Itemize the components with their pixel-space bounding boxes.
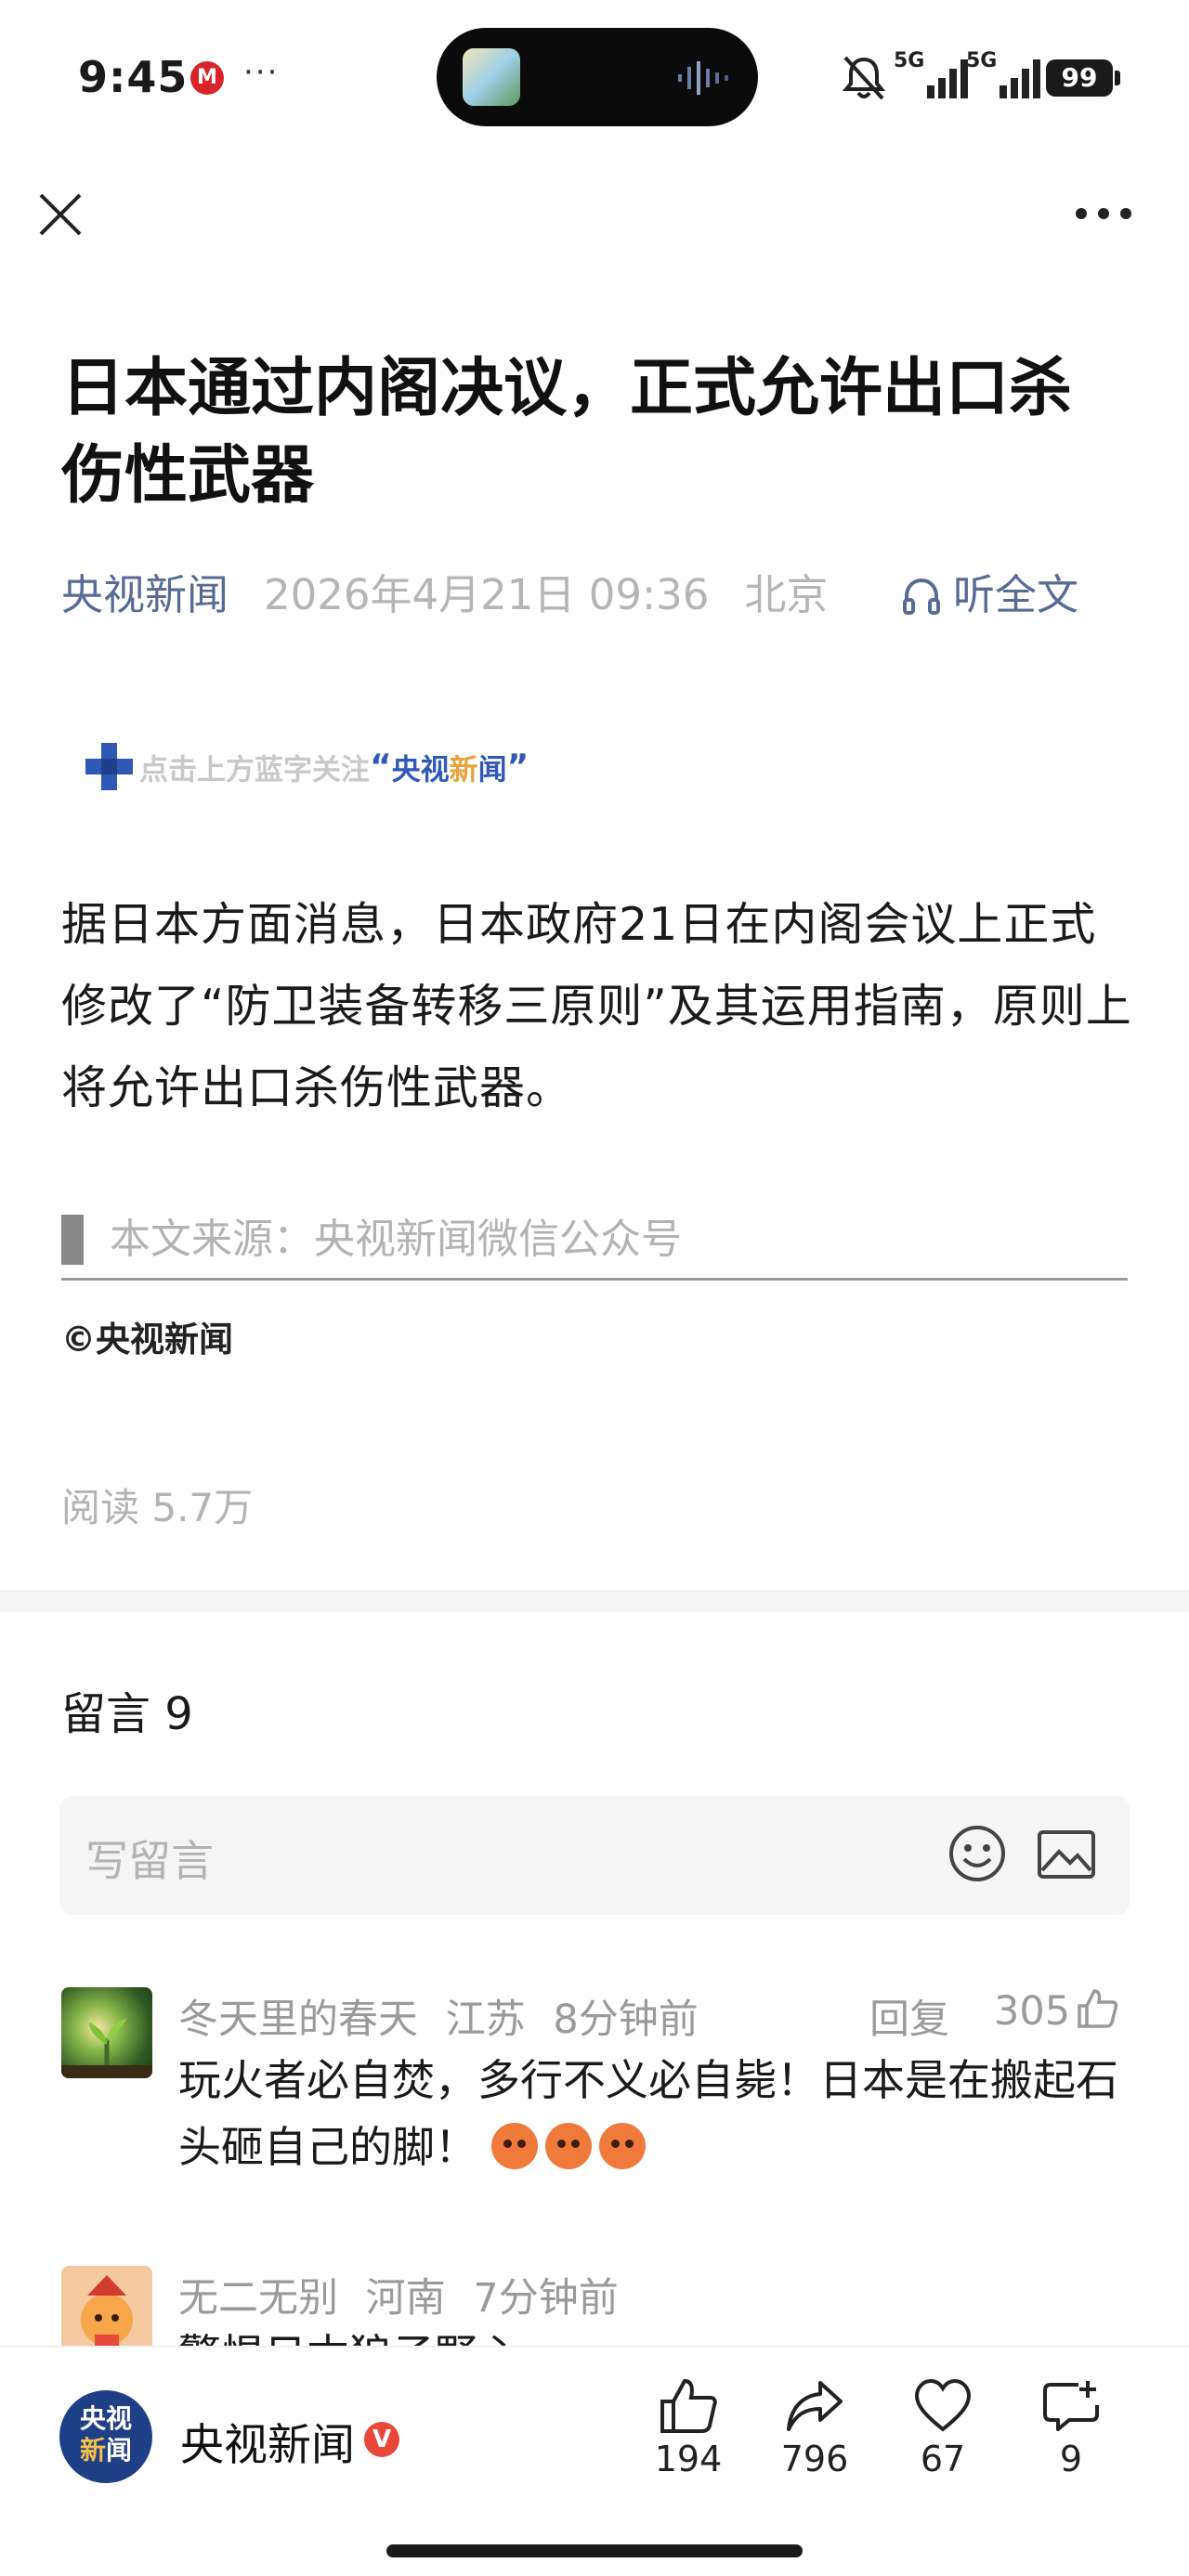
bell-muted-icon <box>842 56 886 100</box>
comment-meta: 冬天里的春天 江苏 8分钟前 <box>178 1987 699 2045</box>
read-count: 阅读 5.7万 <box>61 1485 254 1530</box>
heart-icon <box>914 2378 972 2432</box>
status-more-dots: ··· <box>243 54 280 91</box>
thumbs-up-icon <box>1078 1989 1118 2028</box>
source-divider <box>61 1278 1128 1281</box>
favorite-button[interactable]: 67 <box>892 2377 994 2479</box>
angry-emoji-icon <box>598 2123 646 2169</box>
comment-meta: 无二无别 河南 7分钟前 <box>178 2266 619 2323</box>
commenter-name[interactable]: 冬天里的春天 <box>178 1997 418 2043</box>
battery-icon: 99 <box>1046 59 1113 97</box>
follow-brand-c: 闻 <box>477 753 507 787</box>
favorite-count: 67 <box>920 2439 966 2479</box>
author-link[interactable]: 央视新闻 <box>61 570 229 619</box>
like-count: 194 <box>654 2439 723 2479</box>
follow-brand-a: 央视 <box>391 753 450 787</box>
account-name[interactable]: 央视新闻 <box>180 2409 355 2473</box>
commenter-region: 河南 <box>365 2275 446 2322</box>
article-meta: 央视新闻 2026年4月21日 09:36 北京 <box>61 568 828 622</box>
now-playing-thumbnail <box>463 48 520 106</box>
status-time: 9:45 <box>78 52 189 102</box>
copyright: ©央视新闻 <box>61 1320 233 1360</box>
reply-button[interactable]: 回复 <box>869 1987 949 2045</box>
cctv-cross-icon <box>85 743 134 791</box>
emoji-icon[interactable] <box>947 1824 1007 1883</box>
angry-emoji-icon <box>544 2123 592 2169</box>
verified-badge: V <box>364 2422 399 2457</box>
comment-placeholder: 写留言 <box>85 1836 214 1886</box>
headphones-icon <box>903 578 940 615</box>
comment-input[interactable]: 写留言 <box>59 1796 1130 1915</box>
home-indicator[interactable] <box>386 2544 803 2557</box>
follow-prefix: 点击上方蓝字关注 <box>139 753 370 787</box>
comment-time: 7分钟前 <box>473 2275 619 2322</box>
comment-time: 8分钟前 <box>553 1997 699 2043</box>
more-icon[interactable] <box>1074 206 1133 221</box>
article-body: 据日本方面消息，日本政府21日在内阁会议上正式修改了“防卫装备转移三原则”及其运… <box>61 898 1132 1114</box>
section-divider <box>0 1590 1189 1612</box>
article-source: 本文来源：央视新闻微信公众号 <box>110 1216 682 1263</box>
signal-5g-icon: 5G <box>894 49 968 98</box>
comment-like-button[interactable]: 305 <box>994 1987 1118 2035</box>
angry-emoji-icon <box>490 2123 538 2169</box>
dynamic-island[interactable] <box>437 28 758 126</box>
commenter-name[interactable]: 无二无别 <box>178 2275 338 2322</box>
like-button[interactable]: 194 <box>637 2377 739 2479</box>
comment-like-count: 305 <box>994 1988 1071 2035</box>
svg-text:5G: 5G <box>966 49 997 72</box>
close-icon[interactable] <box>37 191 84 238</box>
bottom-action-bar <box>0 2346 1189 2576</box>
commenter-region: 江苏 <box>445 1997 526 2043</box>
publish-date: 2026年4月21日 09:36 <box>264 570 710 619</box>
comment-count: 9 <box>1059 2439 1083 2479</box>
share-button[interactable]: 796 <box>764 2377 866 2479</box>
audio-wave-icon <box>678 61 728 95</box>
account-logo[interactable]: 央视 新闻 <box>59 2390 152 2483</box>
share-count: 796 <box>780 2439 849 2479</box>
share-icon <box>787 2381 843 2431</box>
publish-location: 北京 <box>744 570 829 619</box>
listen-button[interactable]: 听全文 <box>901 568 1078 622</box>
avatar[interactable] <box>61 1987 152 2078</box>
source-quote-bar <box>61 1215 84 1265</box>
listen-label: 听全文 <box>953 570 1079 619</box>
thumbs-up-icon <box>660 2378 717 2433</box>
image-icon[interactable] <box>1037 1829 1096 1880</box>
battery-tip <box>1115 71 1120 85</box>
signal-5g-icon-2: 5G <box>966 49 1040 98</box>
comments-title: 留言 9 <box>61 1688 193 1740</box>
comment-icon <box>1043 2381 1099 2431</box>
follow-brand-b: 新 <box>449 753 478 787</box>
follow-banner[interactable]: 点击上方蓝字关注“央视新闻” <box>85 743 529 795</box>
svg-text:5G: 5G <box>894 49 924 72</box>
article-title: 日本通过内阁决议，正式允许出口杀伤性武器 <box>61 352 1073 513</box>
comment-text: 玩火者必自焚，多行不义必自毙！日本是在搬起石头砸自己的脚！ <box>178 2055 1118 2172</box>
comment-button[interactable]: 9 <box>1020 2377 1122 2479</box>
avatar[interactable] <box>61 2266 152 2357</box>
carrier-icon: M <box>190 61 224 95</box>
